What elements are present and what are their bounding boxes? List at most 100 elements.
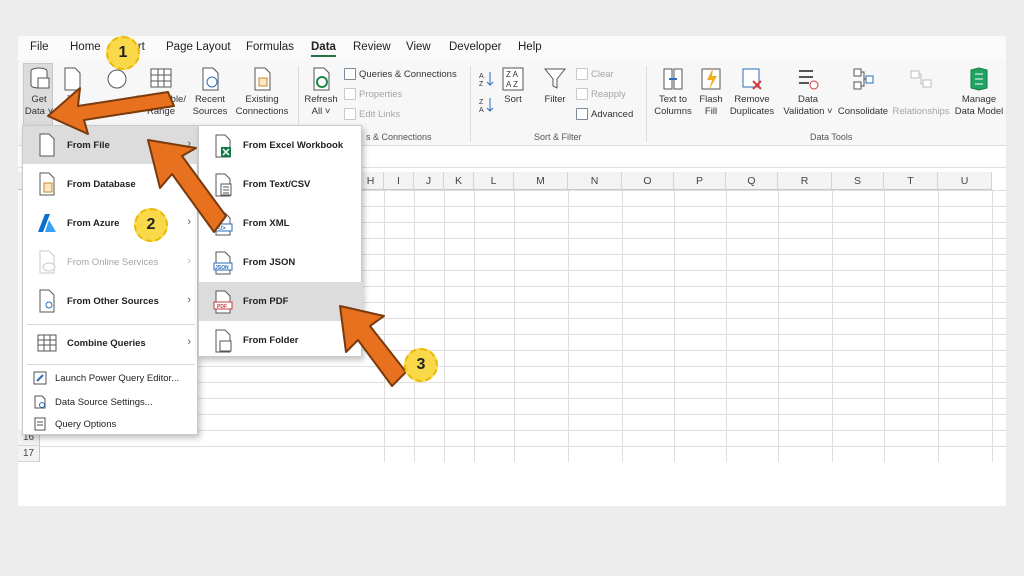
column-header-r[interactable]: R bbox=[778, 172, 832, 190]
column-header-l[interactable]: L bbox=[474, 172, 514, 190]
tab-data[interactable]: Data bbox=[311, 41, 336, 57]
tab-view[interactable]: View bbox=[406, 41, 431, 53]
group-separator bbox=[470, 66, 471, 142]
row-header-17[interactable]: 17 bbox=[18, 446, 40, 462]
from-text-button[interactable]: Te bbox=[58, 66, 86, 106]
consolidate-button[interactable]: Consolidate bbox=[836, 66, 890, 118]
sort-az-button[interactable]: AZ bbox=[478, 70, 494, 88]
tab-review[interactable]: Review bbox=[353, 41, 391, 53]
tab-home[interactable]: Home bbox=[70, 41, 101, 53]
grid-line bbox=[674, 190, 675, 462]
refresh-icon bbox=[313, 67, 330, 91]
menu-item-from-other-sources[interactable]: From Other Sources › bbox=[23, 282, 199, 320]
clear-button[interactable]: Clear bbox=[576, 68, 614, 80]
column-header-t[interactable]: T bbox=[884, 172, 938, 190]
column-header-n[interactable]: N bbox=[568, 172, 622, 190]
from-table-range-button[interactable]: From Table/ Range bbox=[134, 66, 188, 118]
online-services-icon bbox=[39, 250, 56, 274]
menu-item-from-file[interactable]: From File › bbox=[23, 126, 199, 164]
manage-data-model-button[interactable]: Manage Data Model bbox=[952, 66, 1006, 118]
text-to-columns-label: Text to bbox=[659, 94, 687, 105]
grid-line bbox=[622, 190, 623, 462]
reapply-icon bbox=[576, 88, 588, 100]
query-options-label: Query Options bbox=[55, 418, 117, 430]
recent-clock-icon bbox=[202, 67, 219, 91]
annotation-badge-3: 3 bbox=[404, 348, 438, 382]
from-web-button[interactable]: Web bbox=[104, 66, 130, 118]
grid-line bbox=[832, 190, 833, 462]
flash-fill-icon bbox=[701, 68, 721, 90]
column-header-o[interactable]: O bbox=[622, 172, 674, 190]
properties-button[interactable]: Properties bbox=[344, 88, 402, 100]
menu-item-from-azure[interactable]: From Azure › bbox=[23, 204, 199, 242]
column-header-q[interactable]: Q bbox=[726, 172, 778, 190]
tab-page-layout[interactable]: Page Layout bbox=[166, 41, 231, 53]
svg-text:Z: Z bbox=[479, 99, 484, 106]
relationships-button[interactable]: Relationships bbox=[892, 66, 950, 118]
get-data-dropdown: From File › From Database › From Azure ›… bbox=[22, 125, 199, 436]
relationships-label: Relationships bbox=[892, 106, 950, 117]
advanced-button[interactable]: Advanced bbox=[576, 108, 633, 120]
edit-links-label: Edit Links bbox=[359, 108, 401, 120]
menu-item-data-source-settings[interactable]: Data Source Settings... bbox=[23, 390, 199, 414]
menu-separator bbox=[27, 364, 195, 365]
data-source-settings-label: Data Source Settings... bbox=[55, 396, 153, 408]
submenu-item-from-text-csv[interactable]: From Text/CSV bbox=[199, 165, 363, 204]
submenu-item-from-xml[interactable]: </> From XML bbox=[199, 204, 363, 243]
menu-item-from-online-services[interactable]: From Online Services › bbox=[23, 243, 199, 281]
globe-icon bbox=[107, 69, 127, 89]
grid-line bbox=[514, 190, 515, 462]
filter-funnel-icon bbox=[543, 68, 567, 89]
tab-formulas[interactable]: Formulas bbox=[246, 41, 294, 53]
sort-button[interactable]: Z AA Z Sort bbox=[498, 66, 528, 106]
menu-item-query-options[interactable]: Query Options bbox=[23, 412, 199, 436]
column-header-m[interactable]: M bbox=[514, 172, 568, 190]
submenu-item-from-excel-workbook[interactable]: From Excel Workbook bbox=[199, 126, 363, 165]
column-header-j[interactable]: J bbox=[414, 172, 444, 190]
from-online-services-label: From Online Services bbox=[67, 256, 159, 268]
get-data-label-2: Data ˅ bbox=[24, 106, 54, 117]
query-options-icon bbox=[34, 417, 46, 431]
from-file-label: From File bbox=[67, 139, 110, 151]
submenu-item-from-folder[interactable]: From Folder bbox=[199, 321, 363, 360]
existing-connections-button[interactable]: Existing Connections bbox=[232, 66, 292, 118]
column-header-i[interactable]: I bbox=[384, 172, 414, 190]
menu-item-from-database[interactable]: From Database › bbox=[23, 165, 199, 203]
excel-workbook-icon bbox=[215, 134, 231, 157]
recent-sources-button[interactable]: Recent Sources bbox=[190, 66, 230, 118]
tab-help[interactable]: Help bbox=[518, 41, 542, 53]
remove-duplicates-button[interactable]: Remove Duplicates bbox=[726, 66, 778, 118]
get-data-button[interactable]: Get Data ˅ bbox=[24, 66, 54, 118]
reapply-button[interactable]: Reapply bbox=[576, 88, 626, 100]
filter-button[interactable]: Filter bbox=[538, 66, 572, 106]
properties-label: Properties bbox=[359, 88, 403, 100]
azure-icon bbox=[38, 214, 56, 232]
column-header-s[interactable]: S bbox=[832, 172, 884, 190]
filter-label: Filter bbox=[544, 94, 566, 105]
tab-developer[interactable]: Developer bbox=[449, 41, 501, 53]
from-excel-workbook-label: From Excel Workbook bbox=[243, 140, 344, 151]
submenu-item-from-pdf[interactable]: PDF From PDF bbox=[199, 282, 363, 321]
submenu-item-from-json[interactable]: JSON From JSON bbox=[199, 243, 363, 282]
flash-fill-button[interactable]: Flash Fill bbox=[696, 66, 726, 118]
queries-connections-button[interactable]: Queries & Connections bbox=[344, 68, 457, 80]
column-header-p[interactable]: P bbox=[674, 172, 726, 190]
svg-text:Z: Z bbox=[479, 81, 484, 88]
menu-item-combine-queries[interactable]: Combine Queries › bbox=[23, 324, 199, 362]
refresh-all-button[interactable]: Refresh All ˅ bbox=[302, 66, 340, 118]
column-header-u[interactable]: U bbox=[938, 172, 992, 190]
sort-label: Sort bbox=[504, 94, 522, 105]
text-to-columns-button[interactable]: Text to Columns bbox=[650, 66, 696, 118]
column-header-k[interactable]: K bbox=[444, 172, 474, 190]
sort-za-button[interactable]: ZA bbox=[478, 96, 494, 114]
pdf-icon: PDF bbox=[213, 290, 233, 313]
data-validation-button[interactable]: Data Validation ˅ bbox=[778, 66, 838, 118]
other-sources-icon bbox=[39, 289, 55, 313]
from-other-sources-label: From Other Sources bbox=[67, 295, 159, 307]
edit-links-button[interactable]: Edit Links bbox=[344, 108, 400, 120]
tab-file[interactable]: File bbox=[30, 41, 49, 53]
combine-queries-icon bbox=[37, 334, 57, 352]
menu-item-launch-power-query-editor[interactable]: Launch Power Query Editor... bbox=[23, 366, 199, 390]
text-csv-icon bbox=[215, 173, 232, 196]
edit-links-icon bbox=[344, 108, 356, 120]
